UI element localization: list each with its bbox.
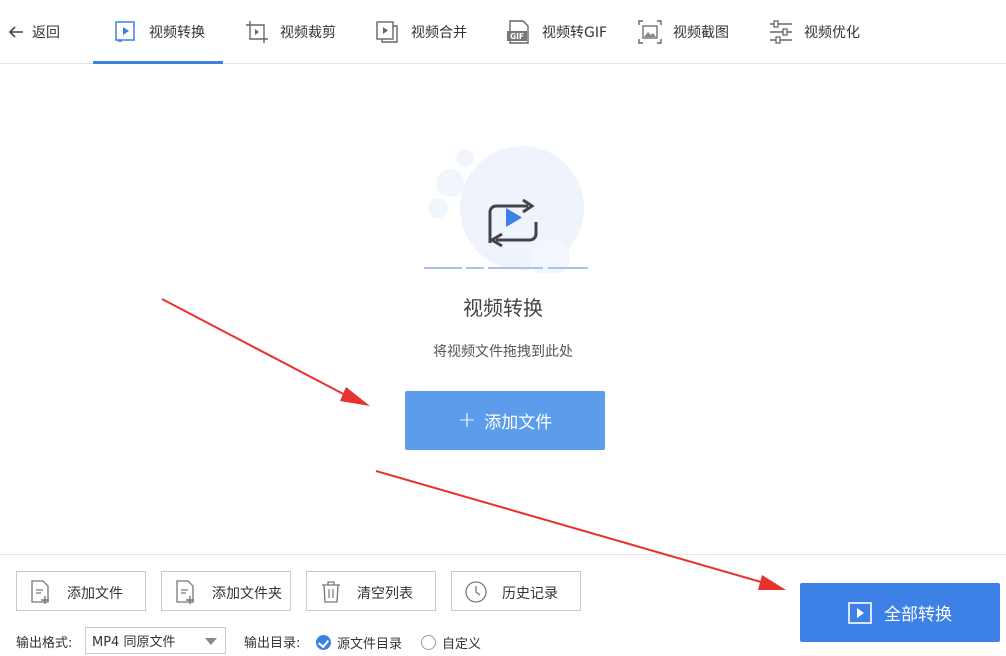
convert-all-label: 全部转换 <box>884 605 952 625</box>
screenshot-icon <box>638 20 662 44</box>
gif-icon: GIF <box>507 20 529 44</box>
radio-label: 自定义 <box>442 637 482 652</box>
radio-source-dir[interactable]: 源文件目录 <box>316 633 402 652</box>
clock-icon <box>465 581 487 603</box>
tab-video-convert[interactable]: 视频转换 <box>93 0 223 64</box>
optimize-icon <box>770 20 792 44</box>
add-folder-icon <box>176 580 194 604</box>
tab-label: 视频合并 <box>411 25 467 41</box>
radio-label: 源文件目录 <box>337 637 403 652</box>
tab-label: 视频转换 <box>149 25 205 41</box>
drop-hint: 将视频文件拖拽到此处 <box>433 344 573 360</box>
svg-text:GIF: GIF <box>510 32 524 41</box>
arrow-left-icon <box>8 26 23 38</box>
tab-video-optimize[interactable]: 视频优化 <box>768 0 860 64</box>
back-button[interactable]: 返回 <box>6 18 60 46</box>
add-folder-label: 添加文件夹 <box>212 586 282 602</box>
history-label: 历史记录 <box>502 586 558 602</box>
clear-list-button[interactable]: 清空列表 <box>306 571 436 611</box>
add-file-label: 添加文件 <box>67 586 123 602</box>
tab-label: 视频优化 <box>804 25 860 41</box>
tab-label: 视频转GIF <box>542 25 608 41</box>
annotation-arrowhead <box>340 387 370 406</box>
top-nav-bar: 返回 视频转换 视频裁剪 视频合并 GIF 视频转GIF 视频截图 视频优化 <box>0 0 1006 64</box>
tab-video-merge[interactable]: 视频合并 <box>375 0 467 64</box>
add-file-toolbar-button[interactable]: 添加文件 <box>16 571 146 611</box>
tab-video-crop[interactable]: 视频裁剪 <box>244 0 336 64</box>
add-file-icon <box>31 580 49 604</box>
history-button[interactable]: 历史记录 <box>451 571 581 611</box>
page-title: 视频转换 <box>463 296 543 320</box>
tab-video-to-gif[interactable]: GIF 视频转GIF <box>506 0 607 64</box>
back-label: 返回 <box>32 25 60 41</box>
output-format-label: 输出格式: <box>16 636 73 651</box>
chevron-down-icon <box>205 638 217 645</box>
video-convert-icon <box>115 21 135 42</box>
output-format-select[interactable]: MP4 同原文件 <box>85 627 226 654</box>
video-convert-illustration <box>424 146 588 273</box>
video-merge-icon <box>376 21 398 43</box>
add-folder-button[interactable]: 添加文件夹 <box>161 571 291 611</box>
add-file-button[interactable]: + 添加文件 <box>405 391 605 450</box>
plus-icon: + <box>457 407 477 433</box>
radio-custom-dir[interactable]: 自定义 <box>421 633 481 652</box>
convert-all-button[interactable]: 全部转换 <box>800 583 1000 642</box>
output-dir-label: 输出目录: <box>244 636 301 651</box>
tab-label: 视频截图 <box>673 25 729 41</box>
tab-label: 视频裁剪 <box>280 25 336 41</box>
clear-list-label: 清空列表 <box>357 586 413 602</box>
radio-unchecked-icon <box>421 635 436 650</box>
add-file-label: 添加文件 <box>484 413 553 433</box>
play-icon <box>848 601 872 624</box>
video-crop-icon <box>246 21 268 43</box>
trash-icon <box>322 581 340 603</box>
tab-video-screenshot[interactable]: 视频截图 <box>637 0 729 64</box>
output-format-value: MP4 同原文件 <box>92 635 176 650</box>
radio-checked-icon <box>316 635 331 650</box>
